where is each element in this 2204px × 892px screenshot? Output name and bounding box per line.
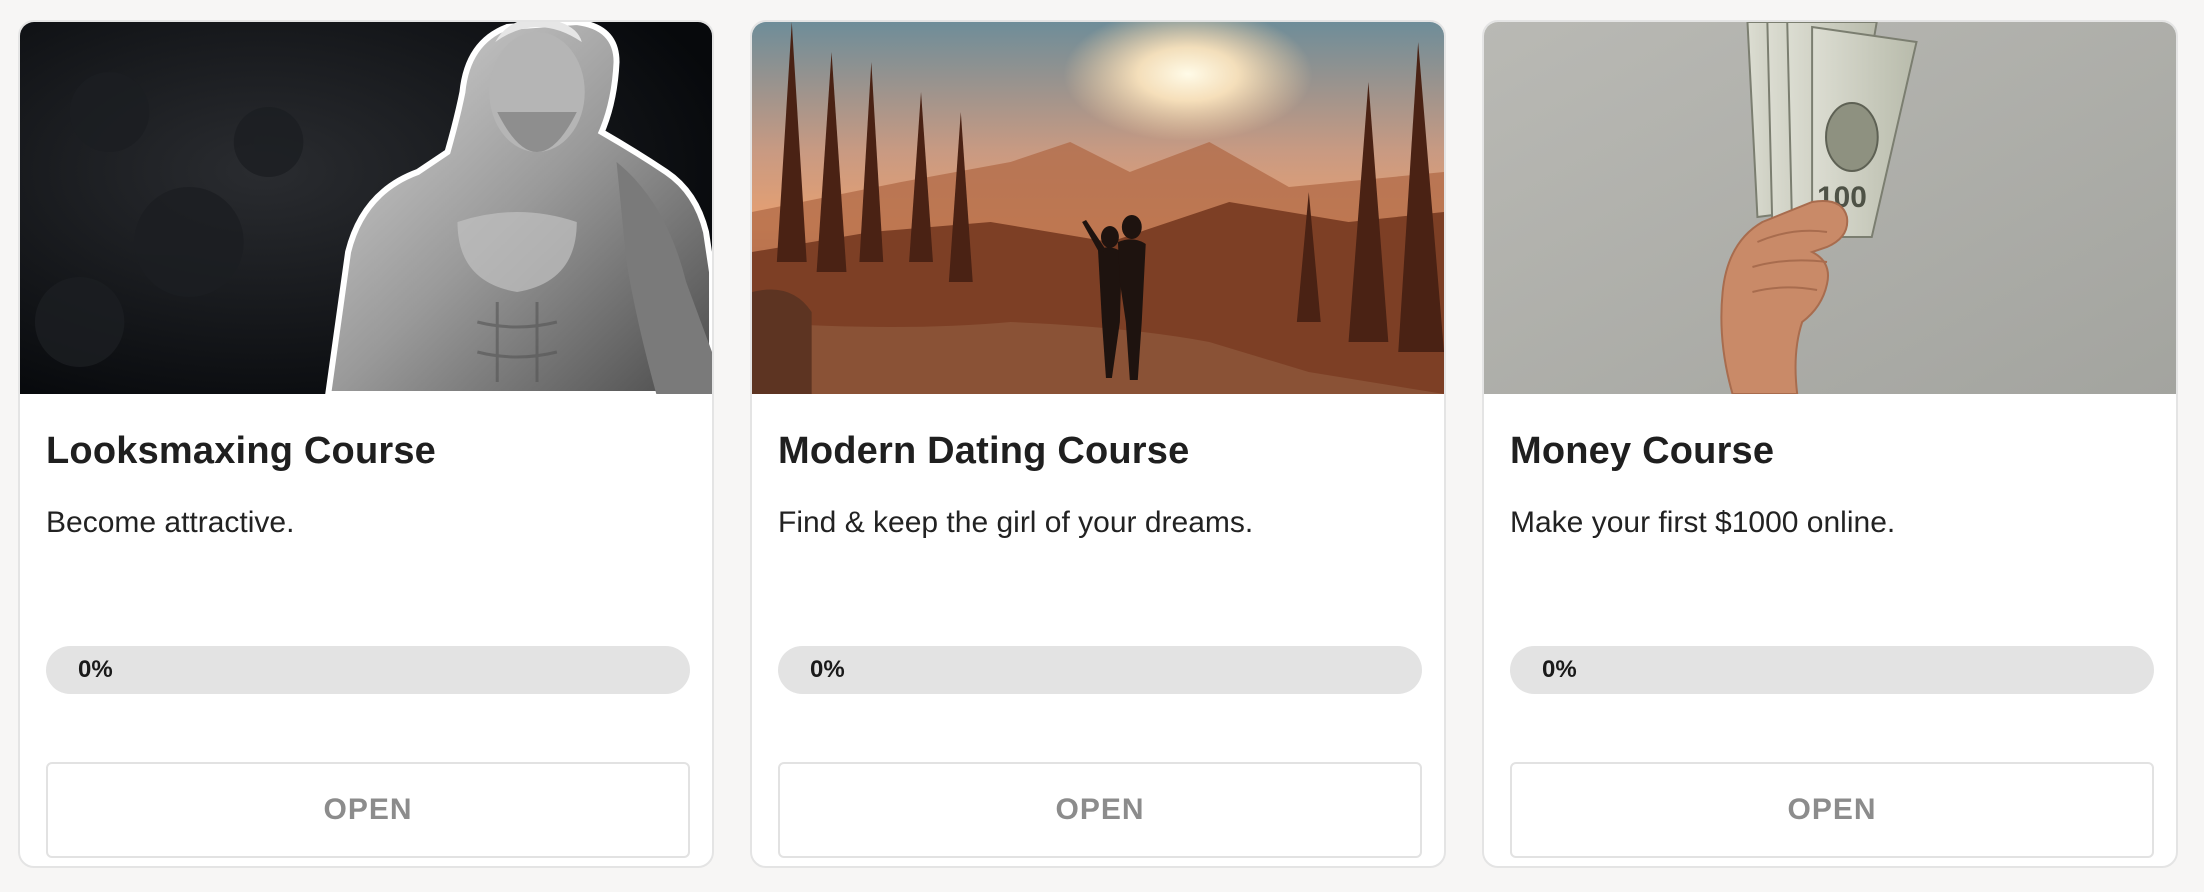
open-course-button[interactable]: OPEN: [778, 762, 1422, 858]
course-title: Looksmaxing Course: [46, 430, 437, 472]
course-description: Become attractive.: [46, 506, 295, 539]
course-description: Find & keep the girl of your dreams.: [778, 506, 1254, 539]
course-card-body: Modern Dating Course Find & keep the gir…: [752, 394, 1444, 866]
hand-holding-cash-image[interactable]: 100: [1484, 22, 2176, 394]
progress-label: 0%: [78, 656, 113, 683]
course-title: Money Course: [1510, 430, 1775, 472]
course-card-body: Looksmaxing Course Become attractive. 0%…: [20, 394, 712, 866]
greek-statue-image[interactable]: [20, 22, 712, 394]
course-card-looksmaxing[interactable]: Looksmaxing Course Become attractive. 0%…: [18, 20, 714, 868]
progress-bar: 0%: [1510, 646, 2154, 694]
course-card-modern-dating[interactable]: Modern Dating Course Find & keep the gir…: [750, 20, 1446, 868]
course-description: Make your first $1000 online.: [1510, 506, 1896, 539]
course-grid: Looksmaxing Course Become attractive. 0%…: [18, 20, 2178, 868]
progress-bar: 0%: [778, 646, 1422, 694]
progress-bar: 0%: [46, 646, 690, 694]
progress-label: 0%: [1542, 656, 1577, 683]
course-card-money[interactable]: 100 Money Course Make your first $1000 o…: [1482, 20, 2178, 868]
progress-label: 0%: [810, 656, 845, 683]
open-course-button[interactable]: OPEN: [46, 762, 690, 858]
sunset-couple-image[interactable]: [752, 22, 1444, 394]
open-course-button[interactable]: OPEN: [1510, 762, 2154, 858]
course-card-body: Money Course Make your first $1000 onlin…: [1484, 394, 2176, 866]
course-title: Modern Dating Course: [778, 430, 1190, 472]
